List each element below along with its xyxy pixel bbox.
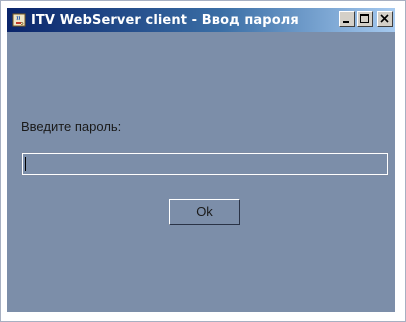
window-controls: [339, 11, 393, 27]
close-button[interactable]: [377, 11, 393, 27]
title-bar[interactable]: ITV WebServer client - Ввод пароля: [7, 8, 395, 32]
java-cup-icon: [11, 12, 27, 28]
password-prompt-label: Введите пароль:: [21, 119, 122, 134]
minimize-button[interactable]: [339, 11, 355, 27]
window-title: ITV WebServer client - Ввод пароля: [31, 12, 299, 28]
ok-button[interactable]: Ok: [169, 199, 240, 225]
password-input[interactable]: [21, 152, 389, 176]
text-caret: [25, 157, 26, 171]
minimize-icon: [343, 21, 349, 23]
close-icon: [380, 14, 389, 23]
password-dialog: ITV WebServer client - Ввод пароля Введи: [0, 0, 406, 322]
maximize-icon: [360, 14, 369, 23]
maximize-button[interactable]: [357, 11, 373, 27]
